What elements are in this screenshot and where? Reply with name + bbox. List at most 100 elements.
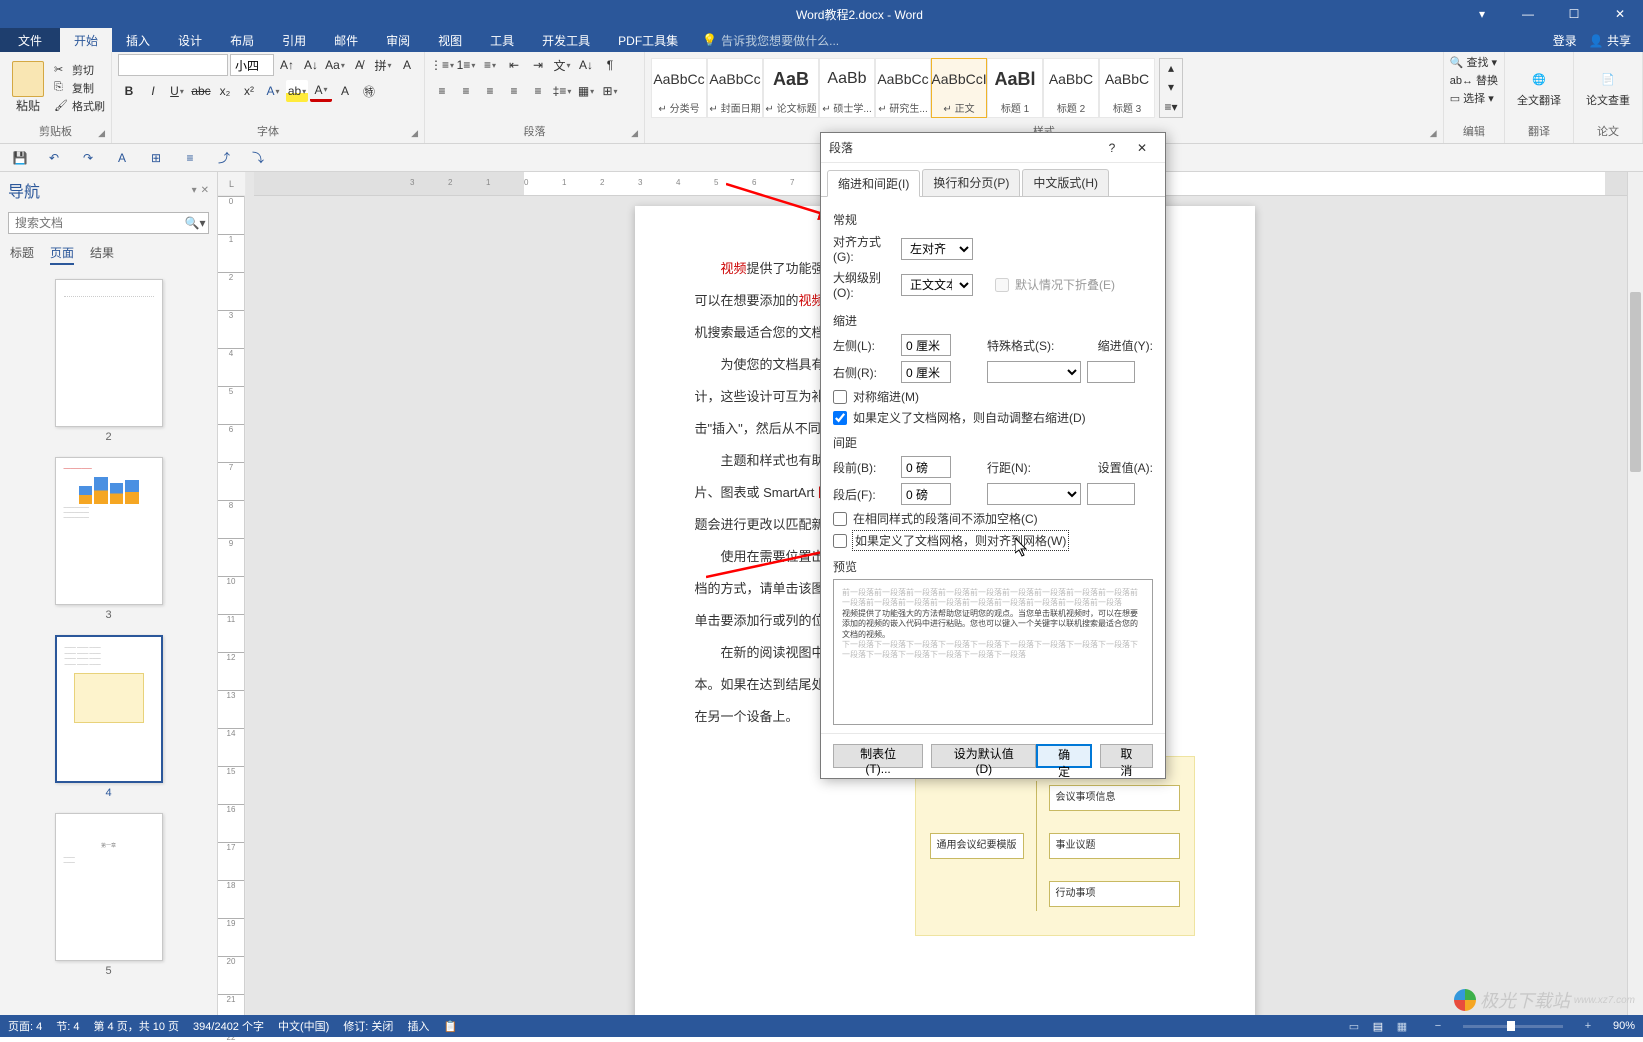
zoom-level[interactable]: 90% [1613, 1020, 1635, 1032]
at-input[interactable] [1087, 483, 1135, 505]
close-icon[interactable]: ✕ [1597, 0, 1643, 28]
style-item-6[interactable]: AaBl标题 1 [987, 58, 1043, 118]
dialog-titlebar[interactable]: 段落 ? ✕ [821, 133, 1165, 163]
dialog-close-icon[interactable]: ✕ [1127, 133, 1157, 163]
status-section[interactable]: 节: 4 [56, 1018, 79, 1034]
style-item-4[interactable]: AaBbCc↵ 研究生... [875, 58, 931, 118]
snap-to-grid-checkbox[interactable] [833, 534, 847, 548]
show-marks-icon[interactable]: ¶ [599, 54, 621, 76]
dialog-tab-chinese[interactable]: 中文版式(H) [1022, 169, 1109, 196]
distributed-icon[interactable]: ≡ [527, 80, 549, 102]
char-shading-icon[interactable]: A [334, 80, 356, 102]
web-layout-icon[interactable]: ▦ [1391, 1017, 1413, 1035]
tab-pdf[interactable]: PDF工具集 [604, 28, 692, 52]
paragraph-launcher-icon[interactable]: ◢ [631, 128, 638, 139]
zoom-out-icon[interactable]: − [1427, 1017, 1449, 1035]
style-item-1[interactable]: AaBbCc↵ 封面日期 [707, 58, 763, 118]
status-track[interactable]: 修订: 关闭 [343, 1018, 393, 1034]
font-color-icon[interactable]: A [310, 80, 332, 102]
line-spacing-select[interactable] [987, 483, 1081, 505]
format-painter-button[interactable]: 🖌格式刷 [54, 98, 105, 114]
select-button[interactable]: ▭ 选择 ▾ [1450, 90, 1494, 106]
change-case-icon[interactable]: Aa [324, 54, 346, 76]
find-button[interactable]: 🔍 查找 ▾ [1450, 54, 1497, 70]
line-spacing-icon[interactable]: ‡≡ [551, 80, 573, 102]
outline-select[interactable]: 正文文本 [901, 274, 973, 296]
status-language[interactable]: 中文(中国) [278, 1018, 329, 1034]
thumbnail-page-2[interactable]: 2 [55, 279, 163, 443]
thesis-check-button[interactable]: 📄论文查重 [1580, 66, 1636, 110]
style-item-8[interactable]: AaBbC标题 3 [1099, 58, 1155, 118]
login-link[interactable]: 登录 [1553, 32, 1577, 49]
scrollbar-thumb[interactable] [1630, 292, 1641, 472]
bullets-icon[interactable]: ⋮≡ [431, 54, 453, 76]
multilevel-icon[interactable]: ≡ [479, 54, 501, 76]
tab-insert[interactable]: 插入 [112, 28, 164, 52]
shrink-font-icon[interactable]: A↓ [300, 54, 322, 76]
tab-references[interactable]: 引用 [268, 28, 320, 52]
cut-button[interactable]: ✂剪切 [54, 62, 105, 78]
clipboard-launcher-icon[interactable]: ◢ [98, 128, 105, 139]
indent-right-input[interactable] [901, 361, 951, 383]
align-center-icon[interactable]: ≡ [455, 80, 477, 102]
ribbon-options-icon[interactable]: ▾ [1459, 0, 1505, 28]
status-words[interactable]: 394/2402 个字 [193, 1018, 264, 1034]
italic-icon[interactable]: I [142, 80, 164, 102]
ok-button[interactable]: 确定 [1036, 744, 1091, 768]
print-layout-icon[interactable]: ▤ [1367, 1017, 1389, 1035]
font-name-input[interactable] [118, 54, 228, 76]
tabs-button[interactable]: 制表位(T)... [833, 744, 923, 768]
thumbnail-page-4[interactable]: ──── ──── ──────── ──── ──────── ──── ──… [55, 635, 163, 799]
text-direction-icon[interactable]: 文 [551, 54, 573, 76]
smartart-diagram[interactable]: 通用会议纪要模版 会议事项信息 事业议题 行动事项 [915, 756, 1195, 936]
vertical-scrollbar[interactable] [1627, 172, 1643, 1015]
indent-by-input[interactable] [1087, 361, 1135, 383]
highlight-icon[interactable]: ab [286, 80, 308, 102]
sort-icon[interactable]: A↓ [575, 54, 597, 76]
style-item-7[interactable]: AaBbC标题 2 [1043, 58, 1099, 118]
dialog-help-icon[interactable]: ? [1097, 133, 1127, 163]
no-space-same-style-checkbox[interactable] [833, 512, 847, 526]
paste-button[interactable]: 粘贴 [6, 57, 50, 118]
style-more-icon[interactable]: ≡▾ [1160, 97, 1182, 116]
tab-home[interactable]: 开始 [60, 28, 112, 52]
mirror-indent-checkbox[interactable] [833, 390, 847, 404]
enclose-char-icon[interactable]: ㊕ [358, 80, 380, 102]
tab-tools[interactable]: 工具 [476, 28, 528, 52]
qat-8-icon[interactable]: ⤵ [248, 148, 268, 168]
style-item-5[interactable]: AaBbCcI↵ 正文 [931, 58, 987, 118]
shading-icon[interactable]: ▦ [575, 80, 597, 102]
indent-left-input[interactable] [901, 334, 951, 356]
subscript-icon[interactable]: x₂ [214, 80, 236, 102]
status-page[interactable]: 页面: 4 [8, 1018, 42, 1034]
before-input[interactable] [901, 456, 951, 478]
borders-icon[interactable]: ⊞ [599, 80, 621, 102]
undo-icon[interactable]: ↶ [44, 148, 64, 168]
status-page-of[interactable]: 第 4 页，共 10 页 [93, 1018, 179, 1034]
zoom-slider[interactable] [1463, 1025, 1563, 1028]
page-thumbnails[interactable]: 2 ──────── ─────────────────────────── 3… [0, 271, 217, 1015]
styles-launcher-icon[interactable]: ◢ [1430, 128, 1437, 139]
qat-4-icon[interactable]: A [112, 148, 132, 168]
numbering-icon[interactable]: 1≡ [455, 54, 477, 76]
style-item-3[interactable]: AaBb↵ 硕士学... [819, 58, 875, 118]
dialog-tab-indent[interactable]: 缩进和间距(I) [827, 170, 920, 197]
align-right-icon[interactable]: ≡ [479, 80, 501, 102]
align-left-icon[interactable]: ≡ [431, 80, 453, 102]
nav-dropdown-icon[interactable]: ▾ [192, 185, 197, 196]
copy-button[interactable]: ⎘复制 [54, 80, 105, 96]
search-icon[interactable]: 🔍▾ [182, 213, 208, 233]
text-effects-icon[interactable]: A [262, 80, 284, 102]
nav-close-icon[interactable]: ✕ [201, 185, 209, 196]
phonetic-icon[interactable]: 拼 [372, 54, 394, 76]
clear-format-icon[interactable]: A̸ [348, 54, 370, 76]
nav-tab-headings[interactable]: 标题 [10, 244, 34, 265]
decrease-indent-icon[interactable]: ⇤ [503, 54, 525, 76]
cancel-button[interactable]: 取消 [1100, 744, 1153, 768]
char-border-icon[interactable]: A [396, 54, 418, 76]
style-item-2[interactable]: AaB↵ 论文标题 [763, 58, 819, 118]
thumbnail-page-3[interactable]: ──────── ─────────────────────────── 3 [55, 457, 163, 621]
justify-icon[interactable]: ≡ [503, 80, 525, 102]
special-select[interactable] [987, 361, 1081, 383]
nav-search-input[interactable] [9, 213, 182, 233]
